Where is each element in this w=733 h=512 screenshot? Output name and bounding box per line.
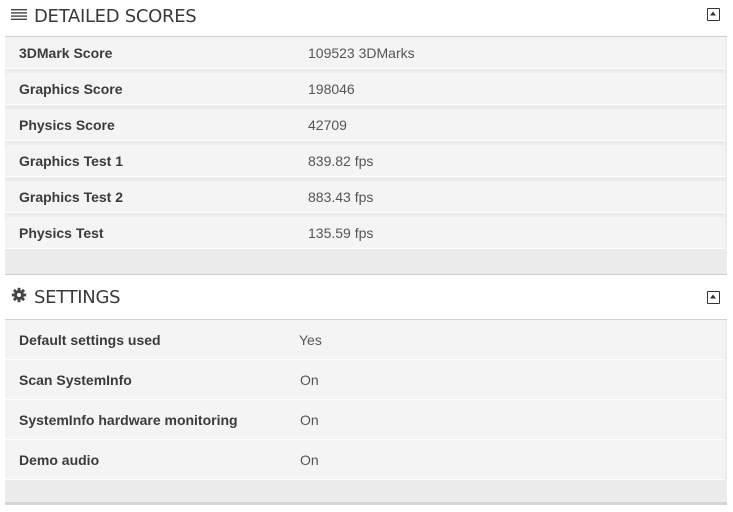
detailed-scores-title: DETAILED SCORES (34, 5, 197, 27)
bottom-divider (5, 502, 727, 505)
detailed-scores-collapse-button[interactable] (707, 8, 720, 21)
row-value: 839.82 fps (308, 152, 374, 169)
row-value: 109523 3DMarks (308, 44, 415, 61)
row-label: Default settings used (19, 331, 161, 348)
detailed-scores-title-wrap: DETAILED SCORES (11, 0, 197, 32)
row-label: SystemInfo hardware monitoring (19, 411, 238, 428)
detailed-scores-panel: 3DMark Score 109523 3DMarks Graphics Sco… (5, 37, 727, 274)
table-row: SystemInfo hardware monitoring On (5, 400, 725, 440)
row-label: Physics Score (19, 116, 115, 133)
table-row: Scan SystemInfo On (5, 360, 725, 400)
row-value: 135.59 fps (308, 224, 374, 241)
table-row: Physics Test 135.59 fps (5, 217, 725, 249)
row-label: Scan SystemInfo (19, 371, 132, 388)
row-value: On (300, 451, 319, 468)
list-icon (11, 7, 27, 25)
table-row: 3DMark Score 109523 3DMarks (5, 37, 725, 69)
row-label: Graphics Score (19, 80, 123, 97)
table-row: Graphics Test 2 883.43 fps (5, 181, 725, 213)
settings-header: SETTINGS (5, 275, 727, 319)
results-page: DETAILED SCORES 3DMark Score 109523 3DMa… (0, 0, 733, 512)
row-label: Physics Test (19, 224, 104, 241)
row-value: Yes (299, 331, 322, 348)
settings-title: SETTINGS (34, 286, 121, 308)
table-row: Graphics Score 198046 (5, 73, 725, 105)
table-row: Default settings used Yes (5, 320, 725, 360)
table-row: Graphics Test 1 839.82 fps (5, 145, 725, 177)
row-label: Demo audio (19, 451, 100, 468)
table-row: Physics Score 42709 (5, 109, 725, 141)
row-value: 42709 (308, 116, 347, 133)
row-value: 883.43 fps (308, 188, 374, 205)
row-label: 3DMark Score (19, 44, 113, 61)
table-row: Demo audio On (5, 440, 725, 480)
row-label: Graphics Test 2 (19, 188, 124, 205)
row-value: On (300, 411, 319, 428)
detailed-scores-header: DETAILED SCORES (5, 0, 727, 32)
settings-title-wrap: SETTINGS (11, 275, 121, 319)
gear-icon (11, 287, 27, 308)
settings-panel: Default settings used Yes Scan SystemInf… (5, 320, 727, 502)
settings-collapse-button[interactable] (707, 291, 720, 304)
row-label: Graphics Test 1 (19, 152, 124, 169)
row-value: On (300, 371, 319, 388)
row-value: 198046 (308, 80, 355, 97)
